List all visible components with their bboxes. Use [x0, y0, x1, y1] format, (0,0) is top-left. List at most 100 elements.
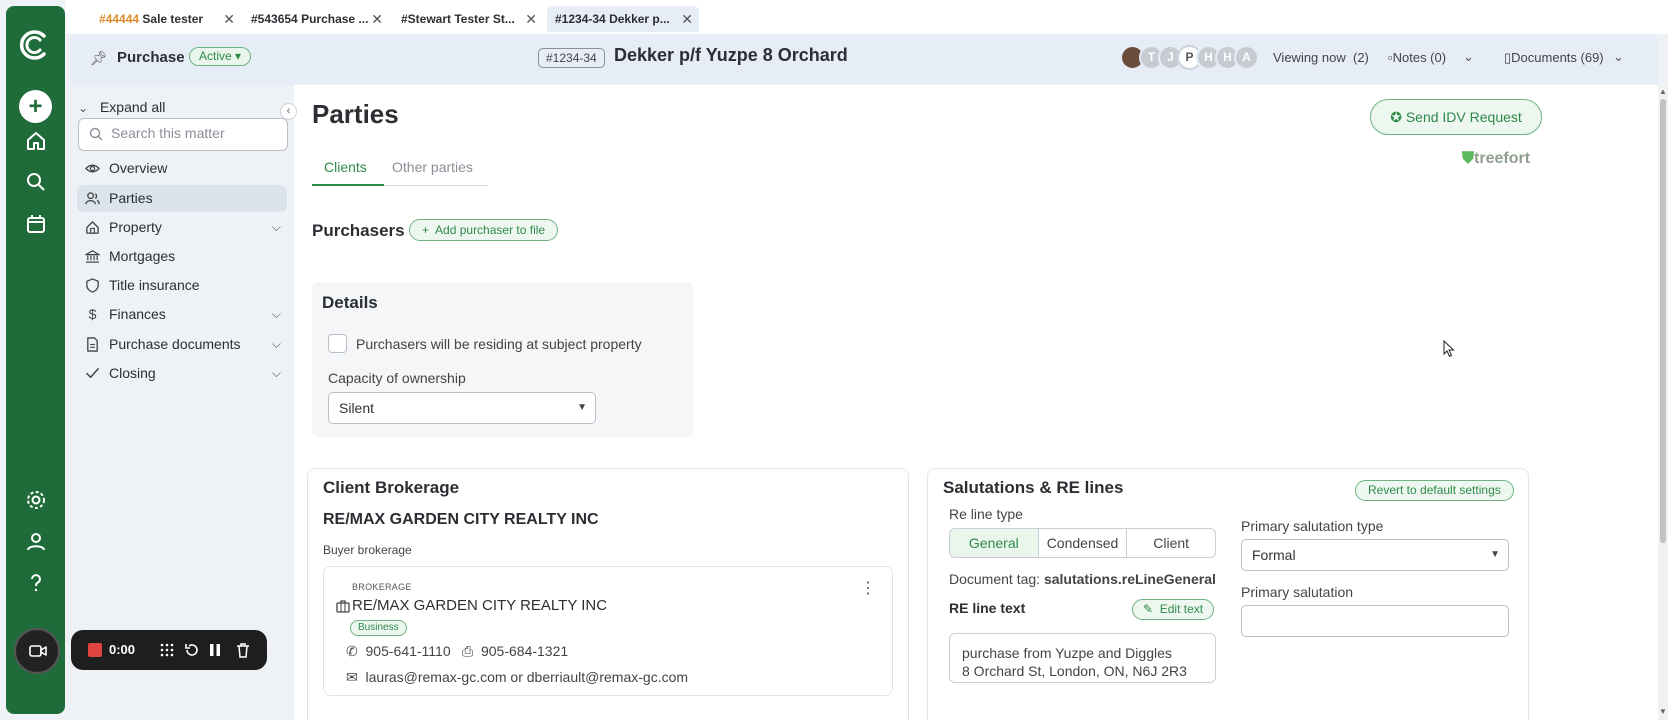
phone-icon: ✆: [346, 643, 358, 659]
salutations-card: Salutations & RE lines Revert to default…: [927, 468, 1529, 720]
close-tab-icon[interactable]: ✕: [525, 6, 537, 32]
close-tab-icon[interactable]: ✕: [223, 6, 235, 32]
residing-checkbox[interactable]: [328, 334, 347, 353]
chevron-down-icon[interactable]: ⌵: [272, 331, 281, 358]
pin-icon[interactable]: 📌︎: [90, 50, 108, 67]
help-icon[interactable]: [24, 571, 48, 595]
matter-tab[interactable]: #543654 Purchase ... ✕: [243, 6, 389, 32]
sidebar-item-parties[interactable]: Parties: [77, 185, 287, 212]
pause-icon[interactable]: [206, 641, 224, 659]
eye-icon: [85, 164, 100, 173]
grid-dots-icon[interactable]: [158, 641, 176, 659]
plus-icon: +: [422, 223, 430, 237]
new-matter-button[interactable]: +: [19, 90, 52, 123]
re-line-option-client[interactable]: Client: [1126, 529, 1215, 557]
stop-recording-button[interactable]: [88, 643, 102, 657]
capacity-select[interactable]: Silent ▼: [328, 392, 596, 424]
shield-icon: [86, 278, 99, 293]
page-title: Parties: [312, 99, 399, 129]
email-address[interactable]: ✉ lauras@remax-gc.com or dberriault@rema…: [346, 669, 688, 686]
home-icon[interactable]: [24, 129, 48, 153]
app-rail: +: [6, 6, 65, 714]
re-line-text-label: RE line text: [949, 600, 1026, 616]
chevron-down-icon[interactable]: ⌄: [1463, 49, 1474, 65]
brokerage-role: Buyer brokerage: [323, 543, 412, 557]
main-content: Parties ✪ Send IDV Request ⛊treefort Cli…: [294, 85, 1658, 720]
notes-button[interactable]: ▫︎Notes (0): [1388, 50, 1446, 65]
client-brokerage-heading: Client Brokerage: [323, 478, 460, 497]
chevron-down-icon[interactable]: ⌵: [272, 360, 281, 387]
phone-number[interactable]: ✆ 905-641-1110: [346, 643, 451, 660]
status-dropdown[interactable]: Active ▾: [189, 47, 252, 66]
primary-salutation-type-select[interactable]: Formal ▼: [1241, 539, 1509, 571]
matter-title: Dekker p/f Yuzpe 8 Orchard: [614, 45, 848, 65]
matter-tab[interactable]: #Stewart Tester St... ✕: [393, 6, 543, 32]
close-tab-icon[interactable]: ✕: [681, 6, 693, 32]
edit-text-button[interactable]: ✎ Edit text: [1132, 599, 1215, 620]
fax-icon: ⎙: [462, 643, 474, 659]
more-options-icon[interactable]: ⋮: [860, 578, 876, 598]
house-icon: [86, 221, 99, 234]
sidebar-item-overview[interactable]: Overview: [77, 155, 287, 182]
client-brokerage-card: Client Brokerage RE/MAX GARDEN CITY REAL…: [307, 468, 909, 720]
matter-search[interactable]: [78, 118, 288, 151]
scroll-down-icon[interactable]: ▼: [1659, 707, 1667, 716]
re-line-text-box[interactable]: purchase from Yuzpe and Diggles 8 Orchar…: [949, 633, 1216, 683]
main-scrollbar[interactable]: ▲ ▼: [1658, 85, 1668, 720]
restart-icon[interactable]: [183, 641, 201, 659]
trash-icon[interactable]: [234, 641, 252, 659]
app-logo-icon[interactable]: [18, 28, 52, 62]
sidebar-item-mortgages[interactable]: Mortgages: [77, 243, 287, 270]
settings-gear-icon[interactable]: [24, 488, 48, 512]
close-tab-icon[interactable]: ✕: [371, 6, 383, 32]
shield-leaf-icon: ⛊: [1462, 150, 1475, 167]
mouse-cursor-icon: [1443, 340, 1455, 358]
re-line-option-general[interactable]: General: [950, 529, 1038, 557]
search-icon[interactable]: [24, 170, 48, 194]
caret-down-icon: ▼: [577, 402, 587, 413]
re-line-option-condensed[interactable]: Condensed: [1037, 529, 1127, 557]
chevron-down-icon[interactable]: ⌵: [272, 214, 281, 241]
recorder-controls: 0:00: [71, 630, 267, 670]
bank-icon: [85, 250, 100, 263]
primary-salutation-input[interactable]: [1241, 605, 1509, 637]
caret-down-icon: ▼: [1490, 549, 1500, 560]
details-panel: Details Purchasers will be residing at s…: [312, 282, 694, 437]
search-icon: [89, 127, 103, 141]
matter-tab-active[interactable]: #1234-34 Dekker p... ✕: [547, 6, 699, 32]
viewing-now-indicator[interactable]: Viewing now (2): [1273, 50, 1369, 65]
calendar-icon[interactable]: [24, 212, 48, 236]
brokerage-name: RE/MAX GARDEN CITY REALTY INC: [323, 511, 599, 528]
brokerage-card-name: RE/MAX GARDEN CITY REALTY INC: [352, 597, 608, 614]
avatar[interactable]: A: [1234, 45, 1259, 70]
sidebar-item-property[interactable]: Property ⌵: [77, 214, 287, 241]
sidebar-item-title-insurance[interactable]: Title insurance: [77, 272, 287, 299]
tab-clients[interactable]: Clients: [324, 159, 367, 175]
add-purchaser-button[interactable]: + Add purchaser to file: [409, 219, 559, 241]
matter-tab[interactable]: #44444 Sale tester ✕: [91, 6, 241, 32]
pencil-icon: ✎: [1143, 602, 1154, 616]
details-heading: Details: [322, 293, 378, 312]
scroll-up-icon[interactable]: ▲: [1659, 87, 1667, 96]
sidebar-item-purchase-documents[interactable]: Purchase documents ⌵: [77, 331, 287, 358]
video-camera-icon: [29, 645, 47, 657]
search-input[interactable]: [111, 125, 281, 141]
revert-defaults-button[interactable]: Revert to default settings: [1355, 480, 1514, 501]
sidebar-item-closing[interactable]: Closing ⌵: [77, 360, 287, 387]
sidebar-item-finances[interactable]: $ Finances ⌵: [77, 301, 287, 328]
dollar-icon: $: [88, 306, 97, 322]
tab-other-parties[interactable]: Other parties: [392, 159, 473, 175]
send-idv-request-button[interactable]: ✪ Send IDV Request: [1370, 99, 1542, 135]
chevron-down-icon[interactable]: ⌄: [1613, 49, 1624, 65]
active-tab-indicator: [312, 184, 384, 186]
brokerage-detail-card: BROKERAGE ⋮ RE/MAX GARDEN CITY REALTY IN…: [323, 566, 893, 696]
collapse-sidebar-button[interactable]: ‹: [280, 103, 297, 120]
chevron-down-icon[interactable]: ⌵: [272, 301, 281, 328]
recorder-camera-button[interactable]: [14, 628, 60, 674]
brokerage-label: BROKERAGE: [352, 582, 412, 592]
scrollbar-thumb[interactable]: [1660, 99, 1666, 543]
documents-button[interactable]: ▯Documents (69): [1504, 50, 1604, 66]
expand-all-button[interactable]: ⌄ Expand all: [78, 99, 165, 115]
fax-number[interactable]: ⎙ 905-684-1321: [462, 643, 568, 660]
user-profile-icon[interactable]: [24, 530, 48, 554]
